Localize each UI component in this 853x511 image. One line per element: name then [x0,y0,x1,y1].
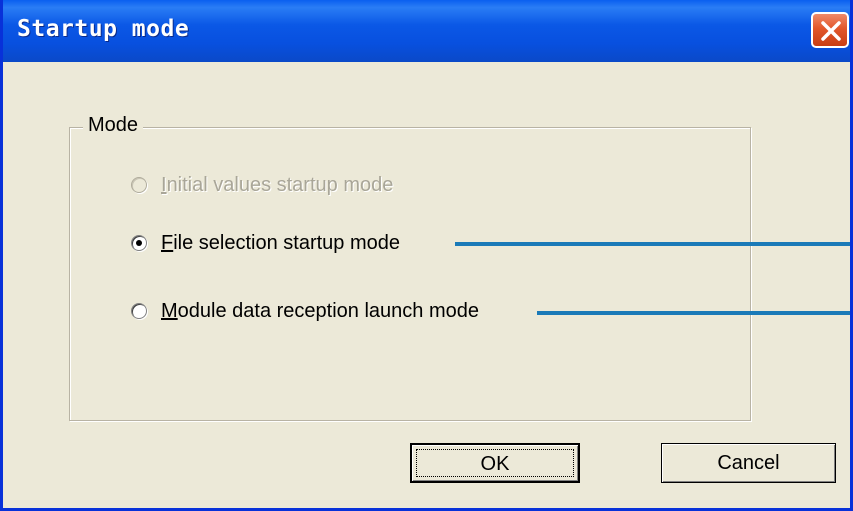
radio-label: Initial values startup mode [161,174,393,197]
title-bar[interactable]: Startup mode [3,0,850,62]
label-text: nitial values startup mode [166,173,394,196]
startup-mode-dialog: Startup mode Mode Initial values startup… [0,0,853,511]
ok-button[interactable]: OK [410,443,580,483]
radio-button-icon [131,177,147,193]
radio-label[interactable]: File selection startup mode [161,232,400,255]
radio-button-icon[interactable] [131,303,147,319]
close-x-icon [821,21,841,41]
radio-label[interactable]: Module data reception launch mode [161,300,479,323]
hotkey-letter: F [161,231,174,254]
radio-button-icon[interactable] [131,235,147,251]
close-button[interactable] [811,12,849,48]
callout-line [537,311,850,315]
focus-rectangle [416,449,574,477]
radio-file-selection-startup-mode[interactable]: File selection startup mode [131,229,400,257]
radio-initial-values-startup-mode: Initial values startup mode [131,171,393,199]
label-text: odule data reception launch mode [177,299,479,322]
window-title: Startup mode [17,16,190,42]
radio-selected-dot [136,240,142,246]
mode-group-label: Mode [83,114,144,137]
callout-line [455,242,850,246]
radio-module-data-reception-launch-mode[interactable]: Module data reception launch mode [131,297,479,325]
dialog-content: Mode Initial values startup mode File se… [3,62,850,508]
cancel-button[interactable]: Cancel [661,443,836,483]
cancel-button-label: Cancel [717,452,780,474]
label-text: ile selection startup mode [173,231,401,254]
hotkey-letter: M [161,299,178,322]
